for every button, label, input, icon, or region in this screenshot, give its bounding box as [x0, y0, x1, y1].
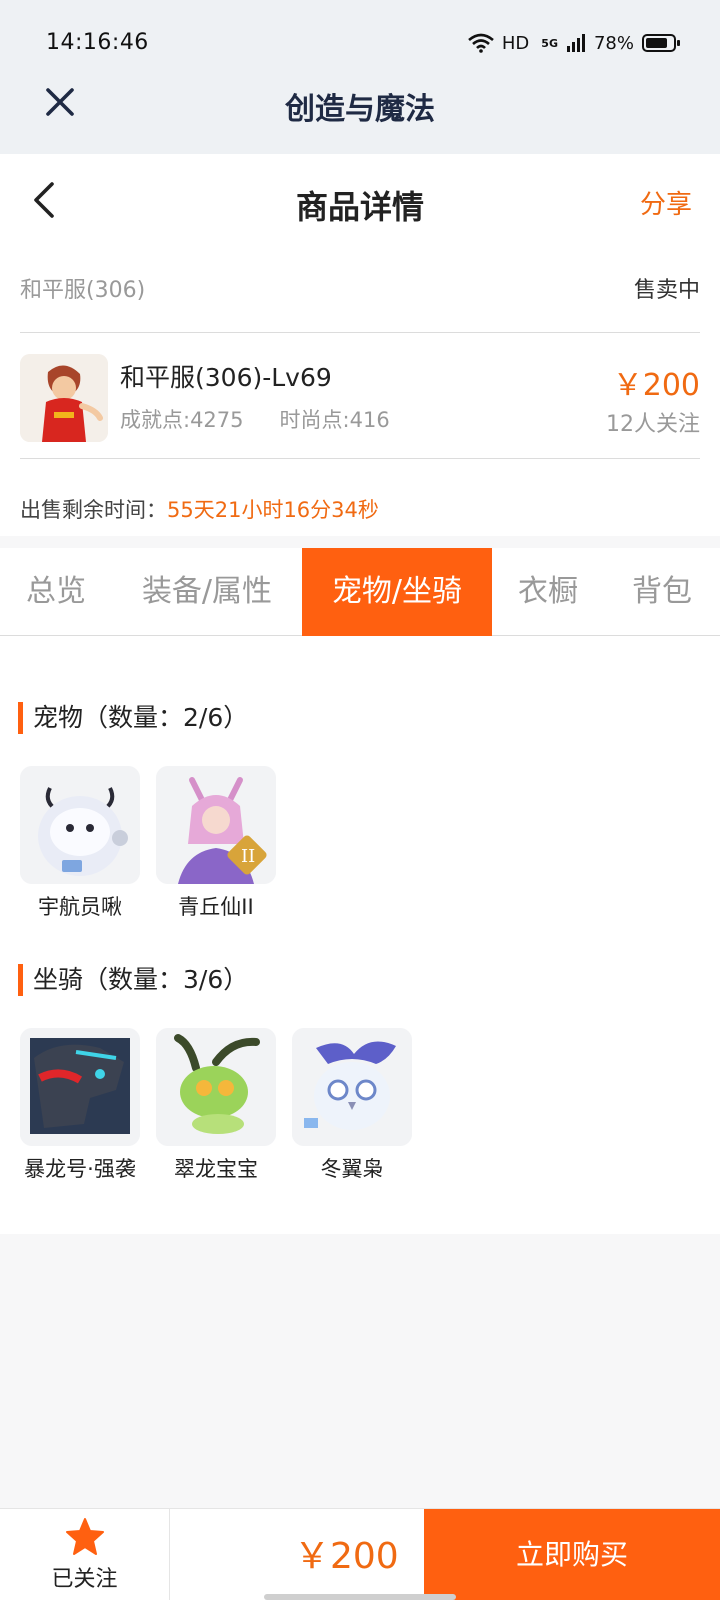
sale-status: 售卖中 — [633, 278, 700, 303]
hd-indicator: HD — [501, 32, 530, 54]
home-indicator[interactable] — [264, 1594, 456, 1600]
battery-percent: 78% — [593, 32, 634, 54]
mount-item[interactable]: 冬翼枭 — [292, 1028, 412, 1184]
status-time: 14:16:46 — [46, 30, 149, 55]
app-title: 创造与魔法 — [285, 92, 435, 127]
fashion-points: 时尚点:416 — [279, 408, 390, 432]
tab-equipment[interactable]: 装备/属性 — [112, 548, 302, 636]
character-avatar — [20, 354, 108, 442]
follower-count: 12人关注 — [606, 412, 700, 437]
item-card[interactable]: 和平服(306)-Lv69 成就点:4275 时尚点:416 ￥200 12人关注 — [20, 344, 700, 454]
tab-overview[interactable]: 总览 — [0, 548, 112, 636]
item-stats: 成就点:4275 时尚点:416 — [120, 404, 426, 434]
divider — [20, 458, 700, 459]
product-detail-panel: 商品详情 分享 和平服(306) 售卖中 和平服(306)-Lv69 成就点:4… — [0, 154, 720, 1234]
pet-item[interactable]: II 青丘仙II — [156, 766, 276, 922]
mount-name: 冬翼枭 — [320, 1157, 384, 1181]
remaining-time-label: 出售剩余时间： — [20, 498, 167, 522]
server-row: 和平服(306) 售卖中 — [20, 272, 700, 308]
item-price: ￥200 — [612, 368, 700, 403]
achievement-points: 成就点:4275 — [120, 408, 244, 432]
page-title: 商品详情 — [295, 188, 424, 226]
buy-now-button[interactable]: 立即购买 — [424, 1509, 720, 1600]
battery-icon — [642, 34, 680, 52]
bottom-action-bar: 已关注 ￥200 立即购买 — [0, 1508, 720, 1600]
bottom-price: ￥200 — [294, 1536, 399, 1577]
pet-name: 青丘仙II — [178, 895, 254, 919]
tab-bar: 总览 装备/属性 宠物/坐骑 衣橱 背包 — [0, 548, 720, 636]
mount-name: 暴龙号·强袭 — [24, 1157, 136, 1181]
remaining-time-value: 55天21小时16分34秒 — [167, 498, 379, 522]
app-bar: 创造与魔法 — [0, 60, 720, 154]
mount-name: 翠龙宝宝 — [174, 1157, 258, 1181]
tab-wardrobe[interactable]: 衣橱 — [492, 548, 604, 636]
share-button[interactable]: 分享 — [640, 184, 692, 221]
mounts-section-title: 坐骑（数量：3/6） — [18, 964, 248, 996]
item-name: 和平服(306)-Lv69 — [120, 363, 332, 392]
follow-label: 已关注 — [51, 1567, 118, 1592]
status-icons: HD 5G 78% — [468, 30, 680, 56]
star-icon — [66, 1518, 104, 1555]
pet-item[interactable]: 宇航员啾 — [20, 766, 140, 922]
server-name: 和平服(306) — [20, 278, 146, 303]
signal-icon — [566, 34, 585, 52]
tab-backpack[interactable]: 背包 — [604, 548, 720, 636]
mount-thumbnail — [156, 1028, 276, 1146]
pet-thumbnail — [20, 766, 140, 884]
divider — [20, 332, 700, 333]
network-type: 5G — [541, 36, 558, 50]
mount-thumbnail — [292, 1028, 412, 1146]
follow-button[interactable]: 已关注 — [0, 1509, 170, 1600]
remaining-time: 出售剩余时间：55天21小时16分34秒 — [20, 494, 379, 524]
mount-item[interactable]: 暴龙号·强袭 — [20, 1028, 140, 1184]
top-nav: 商品详情 分享 — [0, 154, 720, 246]
section-gap — [0, 536, 720, 548]
pet-thumbnail: II — [156, 766, 276, 884]
wifi-icon — [468, 33, 494, 53]
pet-name: 宇航员啾 — [38, 895, 122, 919]
pets-section-title: 宠物（数量：2/6） — [18, 702, 248, 734]
mount-item[interactable]: 翠龙宝宝 — [156, 1028, 276, 1184]
mount-thumbnail — [20, 1028, 140, 1146]
tab-pets-mounts[interactable]: 宠物/坐骑 — [302, 548, 492, 636]
svg-text:II: II — [241, 846, 255, 867]
